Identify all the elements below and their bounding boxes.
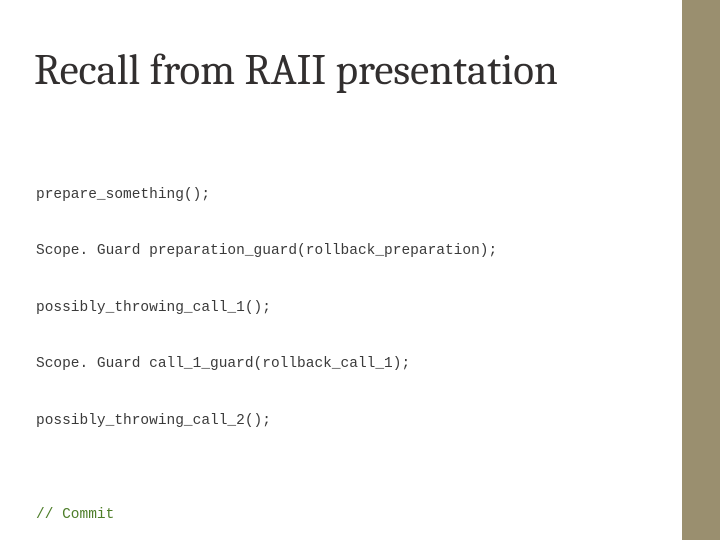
code-line: possibly_throwing_call_1();: [36, 299, 497, 318]
code-line: Scope. Guard call_1_guard(rollback_call_…: [36, 355, 497, 374]
code-comment: // Commit: [36, 506, 497, 525]
slide: Recall from RAII presentation prepare_so…: [0, 0, 720, 540]
slide-accent-bar: [682, 0, 720, 540]
code-line: Scope. Guard preparation_guard(rollback_…: [36, 242, 497, 261]
code-block: prepare_something(); Scope. Guard prepar…: [36, 148, 497, 540]
code-line: prepare_something();: [36, 186, 497, 205]
slide-title: Recall from RAII presentation: [34, 48, 558, 93]
code-line: possibly_throwing_call_2();: [36, 412, 497, 431]
